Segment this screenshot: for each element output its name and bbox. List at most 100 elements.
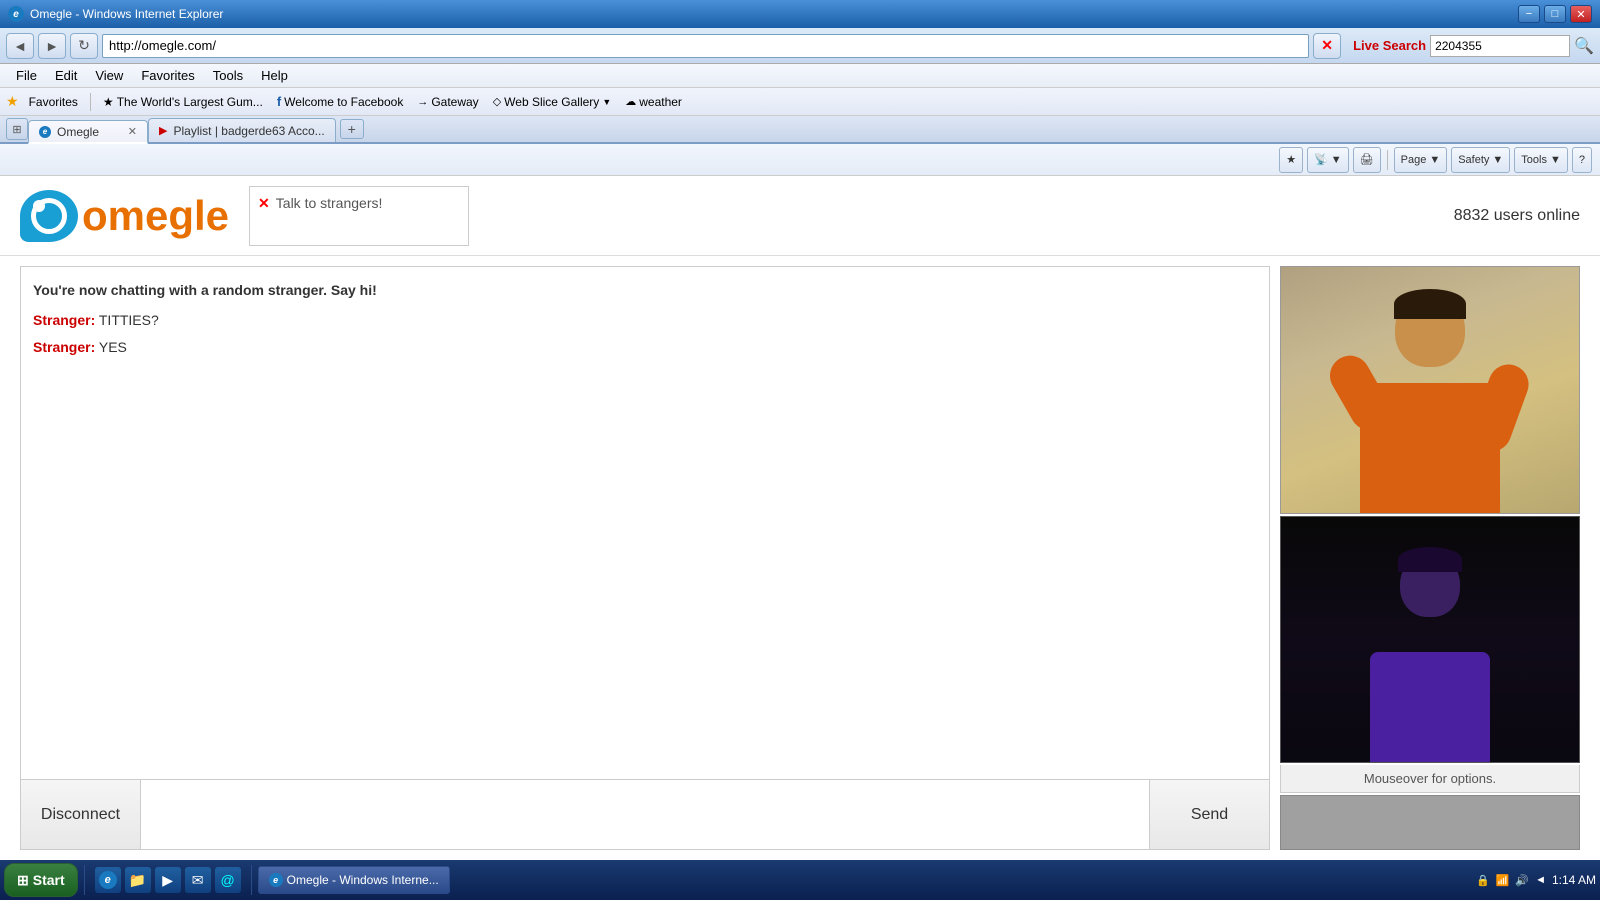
omegle-logo: omegle [20, 190, 229, 242]
title-bar-controls: − □ ✕ [1518, 5, 1592, 23]
feeds-dropdown-icon: ▼ [1331, 154, 1342, 166]
video-top[interactable] [1280, 266, 1580, 514]
online-count: 8832 users online [1454, 207, 1580, 225]
maximize-button[interactable]: □ [1544, 5, 1566, 23]
tray-icon1: 🔒 [1476, 874, 1490, 887]
omegle-logo-icon [20, 190, 78, 242]
menu-edit[interactable]: Edit [47, 66, 85, 85]
search-input[interactable] [1430, 35, 1570, 57]
taskbar-sep1 [84, 865, 85, 895]
fav-item-gum[interactable]: ★ The World's Largest Gum... [99, 93, 267, 111]
safety-button[interactable]: Safety ▼ [1451, 147, 1510, 173]
video-gray-bottom [1280, 795, 1580, 850]
fav-item-facebook[interactable]: f Welcome to Facebook [273, 92, 408, 111]
page-button[interactable]: Page ▼ [1394, 147, 1448, 173]
talk-text: Talk to strangers! [276, 195, 383, 211]
media-icon: ▶ [162, 872, 173, 889]
title-bar-left: e Omegle - Windows Internet Explorer [8, 6, 223, 22]
tab-omegle-label: Omegle [57, 125, 99, 139]
tools-dropdown-icon: ▼ [1550, 154, 1561, 166]
fav-gum-icon: ★ [103, 95, 114, 109]
tools-label: Tools [1521, 154, 1547, 166]
browser-content: omegle ✕ Talk to strangers! 8832 users o… [0, 176, 1600, 860]
favorites-star-icon: ★ [6, 93, 19, 110]
online-count-text: 8832 users online [1454, 207, 1580, 224]
chat-notice: You're now chatting with a random strang… [33, 279, 1257, 301]
favorites-label[interactable]: Favorites [25, 93, 82, 111]
talk-box: ✕ Talk to strangers! [249, 186, 469, 246]
disconnect-button[interactable]: Disconnect [21, 780, 141, 849]
tray-icon3: 🔊 [1515, 874, 1529, 887]
quicklaunch-area: e 📁 ▶ ✉ @ [91, 867, 245, 893]
omegle-header: omegle ✕ Talk to strangers! 8832 users o… [0, 176, 1600, 256]
search-logo: Live Search [1353, 38, 1426, 53]
tab-omegle-favicon: e [39, 126, 51, 138]
menu-tools[interactable]: Tools [205, 66, 251, 85]
taskbar-window-omegle-label: Omegle - Windows Interne... [287, 873, 439, 887]
explorer-icon: 📁 [129, 872, 146, 889]
taskbar-icon-ie[interactable]: e [95, 867, 121, 893]
search-button[interactable]: 🔍 [1574, 36, 1594, 56]
help-label: ? [1579, 154, 1585, 166]
toolbar-row: ★ 📡 ▼ 🖨 Page ▼ Safety ▼ Tools ▼ ? [0, 144, 1600, 176]
taskbar-window-omegle[interactable]: e Omegle - Windows Interne... [258, 866, 450, 894]
close-button[interactable]: ✕ [1570, 5, 1592, 23]
tab-playlist-favicon: ▶ [159, 124, 167, 137]
tools-button[interactable]: Tools ▼ [1514, 147, 1568, 173]
taskbar-icon-explorer[interactable]: 📁 [125, 867, 151, 893]
back-button[interactable]: ◄ [6, 33, 34, 59]
print-button[interactable]: 🖨 [1353, 147, 1381, 173]
stranger-label-1: Stranger: [33, 312, 95, 328]
fav-item-webslice[interactable]: ◇ Web Slice Gallery ▼ [489, 93, 616, 111]
new-tab-page-icon[interactable]: ⊞ [6, 118, 28, 140]
send-button[interactable]: Send [1149, 780, 1269, 849]
tab-bar: ⊞ e Omegle ✕ ▶ Playlist | badgerde63 Acc… [0, 116, 1600, 144]
page-label: Page [1401, 154, 1427, 166]
msg-icon: ✉ [192, 872, 204, 889]
minimize-button[interactable]: − [1518, 5, 1540, 23]
new-tab-button[interactable]: + [340, 119, 364, 139]
start-button[interactable]: ⊞ Start [4, 863, 78, 897]
refresh-button[interactable]: ↻ [70, 33, 98, 59]
video-bottom[interactable] [1280, 516, 1580, 764]
tab-playlist-label: Playlist | badgerde63 Acco... [173, 124, 324, 138]
taskbar-icon-misc[interactable]: @ [215, 867, 241, 893]
chat-input-row: Disconnect Send [21, 779, 1269, 849]
chat-text-1b: TITTIES? [99, 312, 159, 328]
forward-button[interactable]: ► [38, 33, 66, 59]
chat-line-1: Stranger: TITTIES? [33, 309, 1257, 331]
add-favorites-button[interactable]: ★ [1279, 147, 1303, 173]
video-mouseover-text: Mouseover for options. [1280, 765, 1580, 793]
favorites-divider [90, 93, 91, 111]
help-button[interactable]: ? [1572, 147, 1592, 173]
title-bar: e Omegle - Windows Internet Explorer − □… [0, 0, 1600, 28]
taskbar-window-omegle-icon: e [269, 873, 283, 887]
tab-playlist[interactable]: ▶ Playlist | badgerde63 Acco... [148, 118, 336, 142]
address-bar: ◄ ► ↻ ✕ Live Search 🔍 [0, 28, 1600, 64]
tab-omegle[interactable]: e Omegle ✕ [28, 120, 148, 144]
fav-facebook-label: Welcome to Facebook [284, 95, 403, 109]
menu-view[interactable]: View [87, 66, 131, 85]
menu-favorites[interactable]: Favorites [133, 66, 202, 85]
misc-icon: @ [221, 872, 235, 888]
tab-omegle-close[interactable]: ✕ [128, 125, 137, 138]
fav-gateway-label: Gateway [431, 95, 478, 109]
fav-gum-label: The World's Largest Gum... [117, 95, 263, 109]
chat-main: You're now chatting with a random strang… [20, 266, 1270, 850]
fav-item-gateway[interactable]: → Gateway [413, 93, 482, 111]
taskbar: ⊞ Start e 📁 ▶ ✉ @ e Omegle - Windows Int… [0, 860, 1600, 900]
taskbar-icon-media[interactable]: ▶ [155, 867, 181, 893]
talk-x-icon: ✕ [258, 195, 270, 212]
page-dropdown-icon: ▼ [1429, 154, 1440, 166]
menu-help[interactable]: Help [253, 66, 296, 85]
taskbar-icon-msg[interactable]: ✉ [185, 867, 211, 893]
safety-dropdown-icon: ▼ [1492, 154, 1503, 166]
fav-item-weather[interactable]: ☁ weather [621, 93, 686, 111]
menu-file[interactable]: File [8, 66, 45, 85]
address-input[interactable] [102, 34, 1309, 58]
feeds-button[interactable]: 📡 ▼ [1307, 147, 1349, 173]
stop-button[interactable]: ✕ [1313, 33, 1341, 59]
fav-gateway-icon: → [417, 96, 428, 108]
message-input[interactable] [141, 780, 1149, 849]
tray-expand-icon[interactable]: ◄ [1535, 874, 1546, 886]
